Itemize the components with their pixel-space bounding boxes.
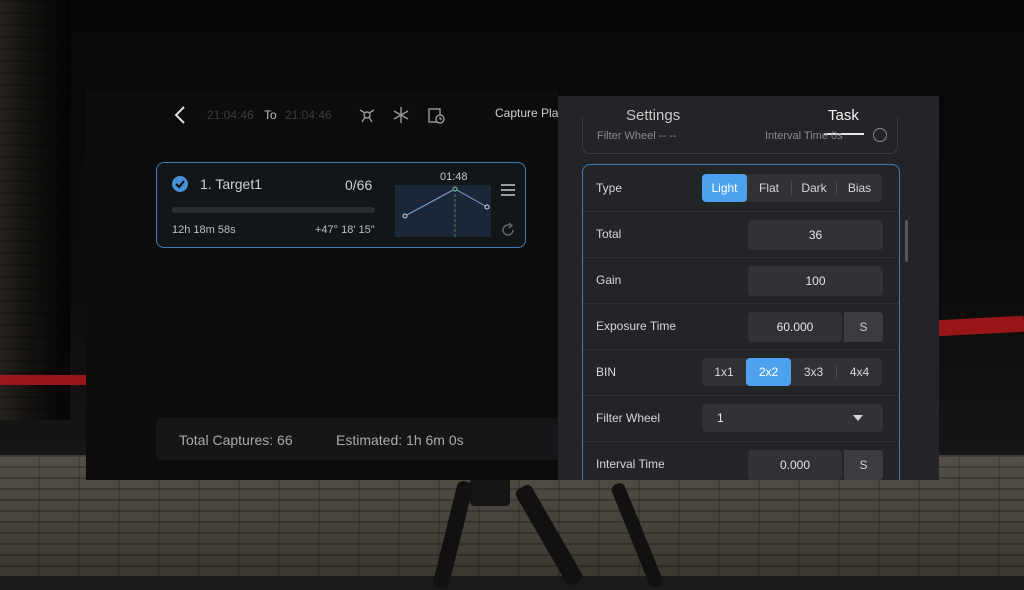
type-option-dark[interactable]: Dark [792, 174, 836, 202]
interval-unit-button[interactable]: S [844, 450, 883, 480]
bin-option-3x3[interactable]: 3x3 [791, 358, 836, 386]
type-option-bias[interactable]: Bias [837, 174, 882, 202]
exposure-unit-button[interactable]: S [844, 312, 883, 342]
filter-wheel-select[interactable]: 1 [702, 404, 883, 432]
filter-wheel-label: Filter Wheel [596, 411, 661, 425]
schedule-icon[interactable] [427, 106, 445, 124]
red-stripe-left [0, 375, 90, 385]
bin-segmented-control: 1x1 2x2 3x3 4x4 [702, 358, 882, 386]
mount-icon[interactable] [358, 106, 376, 124]
previous-task-card[interactable]: Filter Wheel -- -- Interval Time 0s [582, 118, 898, 154]
plan-title: Capture Plan [495, 106, 566, 120]
altitude-chart [395, 185, 491, 237]
altitude-chart-time: 01:48 [440, 171, 468, 183]
type-row: Type Light Flat Dark Bias [583, 165, 899, 212]
target-name: 1. Target1 [200, 176, 263, 192]
type-segmented-control: Light Flat Dark Bias [702, 174, 882, 202]
bin-label: BIN [596, 365, 617, 379]
refresh-icon[interactable] [500, 222, 516, 238]
scrollbar[interactable] [905, 220, 908, 262]
capture-plan-panel: 21:04:46 To 21:04:46 Capture Plan 1. Tar… [86, 90, 565, 480]
target-card[interactable]: 1. Target1 0/66 12h 18m 58s +47° 18' 15"… [156, 162, 526, 248]
exposure-label: Exposure Time [596, 319, 677, 333]
start-time[interactable]: 21:04:46 [207, 108, 254, 122]
gain-row: Gain 100 [583, 257, 899, 304]
brick-wall-left [0, 0, 70, 420]
exposure-input[interactable]: 60.000 [748, 312, 842, 342]
prev-interval-time: Interval Time 0s [765, 130, 843, 142]
prev-filter-wheel: Filter Wheel -- -- [597, 130, 677, 142]
filter-wheel-row: Filter Wheel 1 [583, 395, 899, 442]
total-captures: Total Captures: 66 [179, 432, 293, 448]
target-duration: 12h 18m 58s [172, 224, 236, 236]
caret-down-icon [853, 415, 863, 421]
to-label: To [264, 108, 277, 122]
end-time[interactable]: 21:04:46 [285, 108, 332, 122]
target-progress-bar [172, 207, 375, 213]
type-label: Type [596, 181, 623, 195]
menu-icon[interactable] [501, 184, 515, 196]
filter-wheel-value: 1 [717, 411, 724, 425]
target-coordinate: +47° 18' 15" [315, 224, 375, 236]
radio-circle-icon[interactable] [873, 128, 887, 142]
summary-bar: Total Captures: 66 Estimated: 1h 6m 0s [156, 418, 558, 460]
bin-option-4x4[interactable]: 4x4 [837, 358, 882, 386]
plan-topbar: 21:04:46 To 21:04:46 Capture Plan [86, 90, 565, 140]
estimated-time: Estimated: 1h 6m 0s [336, 432, 464, 448]
exposure-row: Exposure Time 60.000 S [583, 303, 899, 350]
tripod-head [470, 478, 510, 506]
total-label: Total [596, 227, 622, 241]
interval-input[interactable]: 0.000 [748, 450, 842, 480]
type-option-light[interactable]: Light [702, 174, 747, 202]
target-count: 0/66 [345, 177, 373, 193]
check-icon[interactable] [172, 176, 188, 192]
gain-label: Gain [596, 273, 622, 287]
type-option-flat[interactable]: Flat [747, 174, 791, 202]
interval-row: Interval Time 0.000 S [583, 441, 899, 480]
settings-panel: Settings Task Filter Wheel -- -- Interva… [558, 96, 939, 480]
interval-label: Interval Time [596, 457, 665, 471]
gain-input[interactable]: 100 [748, 266, 883, 296]
snowflake-icon[interactable] [392, 106, 410, 124]
bin-row: BIN 1x1 2x2 3x3 4x4 [583, 349, 899, 396]
back-icon[interactable] [170, 104, 192, 126]
task-form-card: Type Light Flat Dark Bias Total 36 Gain … [582, 164, 900, 480]
bin-option-2x2[interactable]: 2x2 [746, 358, 791, 386]
total-input[interactable]: 36 [748, 220, 883, 250]
bin-option-1x1[interactable]: 1x1 [702, 358, 746, 386]
total-row: Total 36 [583, 211, 899, 258]
